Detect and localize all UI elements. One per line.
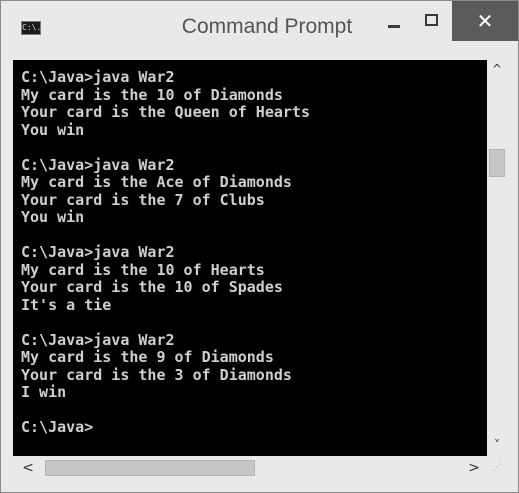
scroll-down-arrow-icon[interactable]: ˅	[487, 436, 507, 454]
resize-grip-icon[interactable]: ⋰	[489, 459, 505, 477]
vertical-scroll-thumb[interactable]	[489, 149, 505, 177]
close-icon: ✕	[476, 9, 494, 33]
maximize-button[interactable]	[419, 1, 449, 41]
minimize-button[interactable]	[380, 1, 410, 41]
console-output-area[interactable]: C:\Java>java War2 My card is the 10 of D…	[13, 60, 487, 456]
maximize-icon	[425, 14, 438, 26]
horizontal-scroll-thumb[interactable]	[45, 460, 255, 476]
command-prompt-window: C:\. Command Prompt ✕ C:\Java>java War2 …	[0, 0, 519, 493]
scroll-right-arrow-icon[interactable]: >	[465, 456, 483, 480]
minimize-icon	[388, 25, 400, 28]
title-bar[interactable]: C:\. Command Prompt ✕	[1, 1, 518, 41]
horizontal-scrollbar[interactable]: < >	[13, 456, 487, 480]
scroll-up-arrow-icon[interactable]: ^	[487, 60, 507, 78]
close-button[interactable]: ✕	[452, 1, 518, 41]
vertical-scrollbar[interactable]: ^ ˅	[487, 60, 507, 456]
scroll-left-arrow-icon[interactable]: <	[19, 456, 37, 480]
console-text: C:\Java>java War2 My card is the 10 of D…	[21, 68, 310, 436]
